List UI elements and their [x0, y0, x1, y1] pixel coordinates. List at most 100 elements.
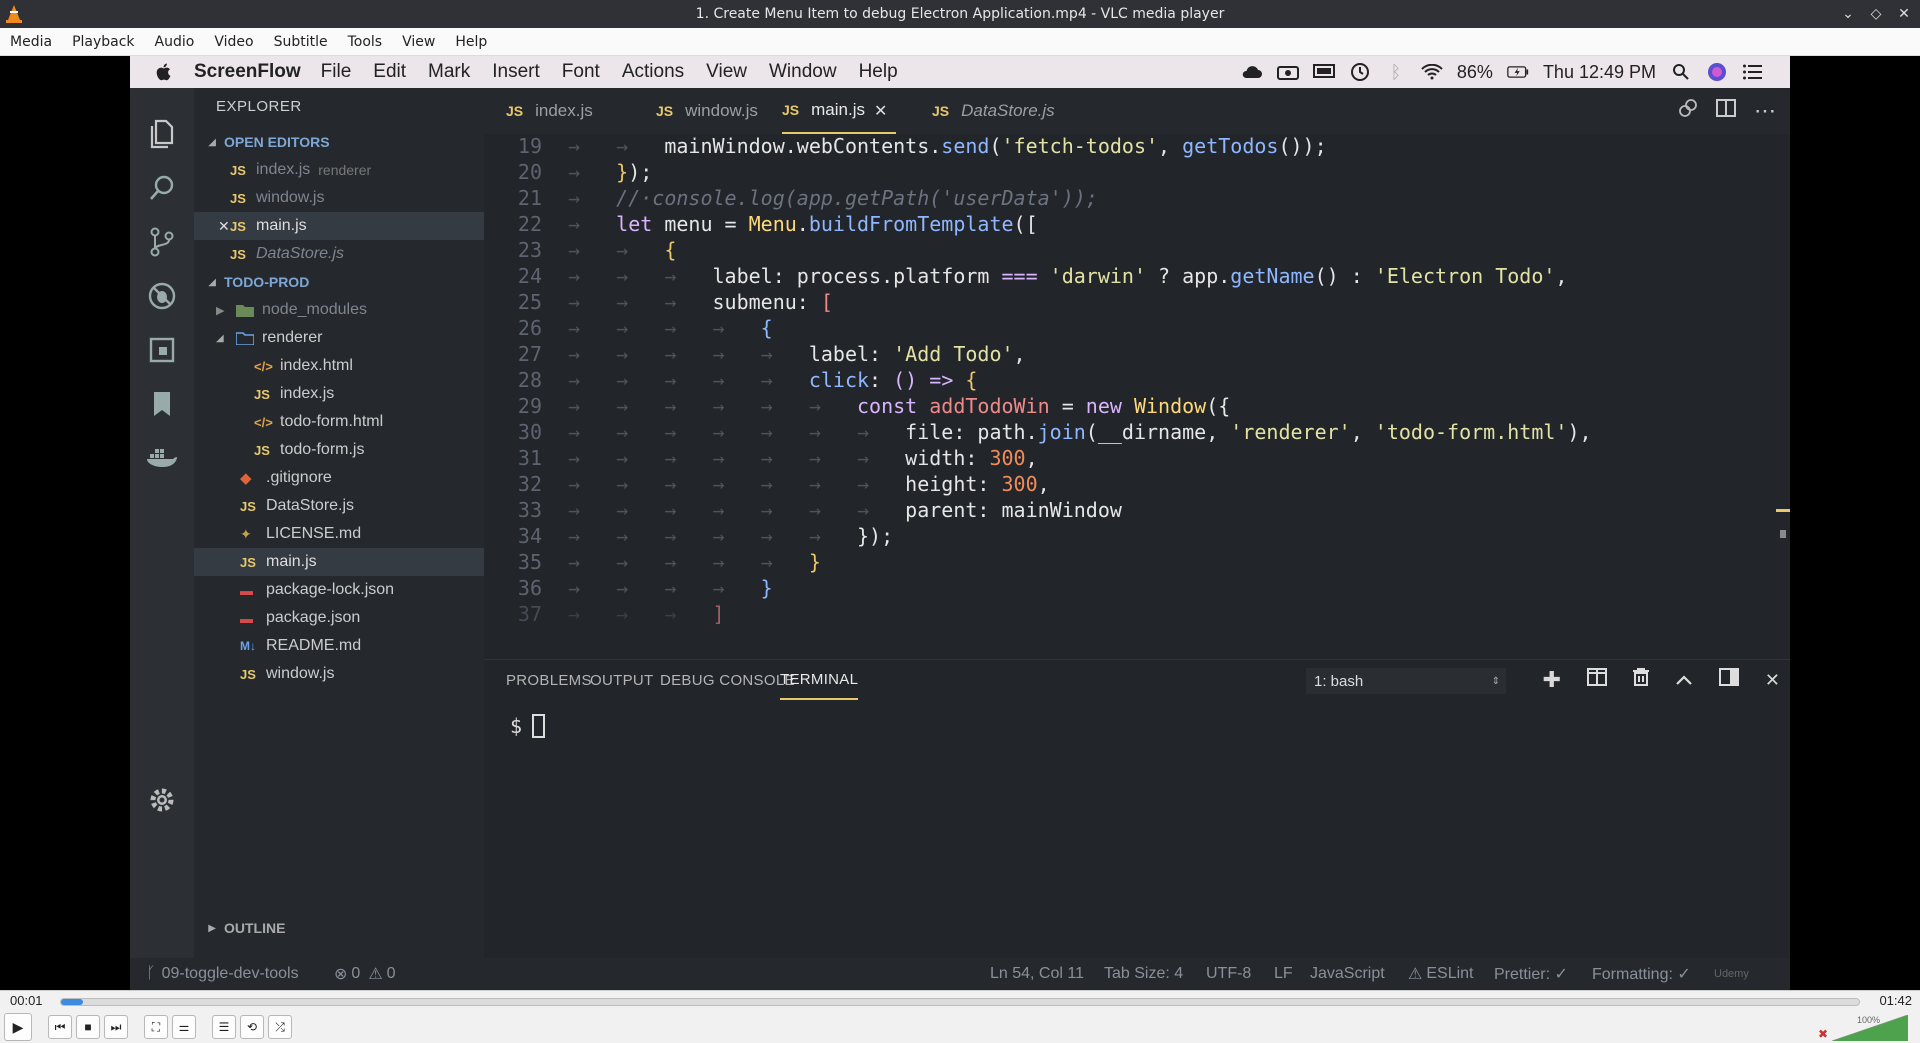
language-mode[interactable]: JavaScript	[1310, 958, 1385, 990]
next-button[interactable]: ⏭	[104, 1015, 128, 1039]
js-file-icon: JS	[230, 218, 246, 234]
folder-icon	[236, 303, 262, 317]
outline-header[interactable]: ▶ OUTLINE	[194, 914, 484, 942]
maximize-icon[interactable]: ◇	[1868, 6, 1884, 22]
tree-file-selected[interactable]: JS main.js	[194, 548, 484, 576]
tab-debug-console[interactable]: DEBUG CONSOLE	[660, 660, 795, 700]
trash-icon[interactable]	[1632, 668, 1649, 692]
open-editor-item[interactable]: ✕ JS main.js	[194, 212, 484, 240]
code-editor[interactable]: 19 → → mainWindow.webContents.send('fetch…	[484, 134, 1790, 659]
new-terminal-icon[interactable]: ✚	[1542, 667, 1560, 693]
mute-icon[interactable]: ✖	[1818, 1027, 1828, 1041]
close-editor-icon[interactable]: ✕	[218, 218, 230, 235]
code-line: 37 → → → ]	[517, 602, 725, 626]
open-editor-item[interactable]: JS index.js renderer	[194, 156, 484, 184]
tree-file[interactable]: JS window.js	[194, 660, 484, 688]
tree-file[interactable]: </> index.html	[194, 352, 484, 380]
split-editor-icon[interactable]	[1716, 99, 1736, 123]
tree-folder-node-modules[interactable]: ▶ node_modules	[194, 296, 484, 324]
playlist-button[interactable]: ☰	[212, 1015, 236, 1039]
tree-file[interactable]: </> todo-form.html	[194, 408, 484, 436]
time-elapsed: 00:01	[10, 993, 43, 1008]
panel-position-icon[interactable]	[1718, 668, 1739, 692]
end-of-line[interactable]: LF	[1274, 958, 1293, 990]
random-button[interactable]: ⤮	[268, 1015, 292, 1039]
extended-settings-button[interactable]: ⚌	[172, 1015, 196, 1039]
problems-count[interactable]: ⊗ 0 ⚠ 0	[334, 958, 396, 990]
markdown-icon: M↓	[240, 639, 256, 653]
git-branch[interactable]: ᚴ 09-toggle-dev-tools	[146, 958, 299, 990]
eslint-status[interactable]: ⚠ ESLint	[1408, 958, 1473, 990]
source-control-icon[interactable]	[146, 226, 178, 258]
more-actions-icon[interactable]: ⋯	[1754, 98, 1776, 124]
formatting-status[interactable]: Formatting: ✓	[1592, 958, 1691, 990]
warning-icon: ⚠	[368, 966, 383, 983]
vlc-menu-playback[interactable]: Playback	[62, 34, 144, 50]
mac-menu-help: Help	[858, 61, 898, 82]
minimize-icon[interactable]: ⌄	[1840, 6, 1856, 22]
stop-button[interactable]: ■	[76, 1015, 100, 1039]
tree-folder-renderer[interactable]: ◢ renderer	[194, 324, 484, 352]
tree-file[interactable]: JS DataStore.js	[194, 492, 484, 520]
tab-problems[interactable]: PROBLEMS	[506, 660, 592, 700]
fullscreen-button[interactable]: ⛶	[144, 1015, 168, 1039]
vlc-menu-tools[interactable]: Tools	[338, 34, 393, 50]
video-area[interactable]: ScreenFlow File Edit Mark Insert Font Ac…	[0, 56, 1920, 990]
bookmark-icon[interactable]	[146, 388, 178, 420]
debug-icon[interactable]	[146, 280, 178, 312]
maximize-panel-icon[interactable]	[1675, 669, 1693, 692]
split-terminal-icon[interactable]	[1586, 668, 1607, 692]
tree-file[interactable]: M↓ README.md	[194, 632, 484, 660]
vlc-menu-help[interactable]: Help	[445, 34, 497, 50]
seek-bar[interactable]	[60, 998, 1860, 1006]
udemy-watermark: Udemy	[1714, 968, 1749, 980]
mac-menu-file: File	[320, 61, 352, 82]
loop-button[interactable]: ⟲	[240, 1015, 264, 1039]
git-icon: ◆	[240, 470, 252, 487]
tab-output[interactable]: OUTPUT	[590, 660, 653, 700]
tree-file[interactable]: ▬ package-lock.json	[194, 576, 484, 604]
tab-terminal[interactable]: TERMINAL	[780, 660, 859, 700]
tree-file[interactable]: ◆ .gitignore	[194, 464, 484, 492]
project-header[interactable]: ◢ TODO-PROD	[194, 268, 484, 296]
settings-gear-icon[interactable]	[146, 784, 178, 816]
search-icon[interactable]	[146, 172, 178, 204]
close-icon[interactable]: ✕	[1896, 6, 1912, 22]
prettier-status[interactable]: Prettier: ✓	[1494, 958, 1568, 990]
terminal-output[interactable]: $	[510, 714, 546, 738]
time-machine-icon	[1349, 63, 1371, 81]
volume-slider[interactable]	[1832, 1015, 1908, 1041]
cursor-position[interactable]: Ln 54, Col 11	[990, 958, 1084, 990]
open-editor-item[interactable]: JS window.js	[194, 184, 484, 212]
git-branch-icon: ᚴ	[146, 965, 156, 982]
open-editor-item[interactable]: JS DataStore.js	[194, 240, 484, 268]
play-button[interactable]: ▶	[4, 1013, 32, 1041]
encoding[interactable]: UTF-8	[1206, 958, 1251, 990]
js-file-icon: JS	[254, 442, 270, 458]
tab-close-icon[interactable]: ✕	[874, 88, 887, 134]
vlc-menu-subtitle[interactable]: Subtitle	[264, 34, 338, 50]
tab-index-js[interactable]: JS index.js	[506, 88, 593, 134]
tab-window-js[interactable]: JS window.js	[656, 88, 758, 134]
open-changes-icon[interactable]	[1678, 98, 1698, 124]
open-editors-header[interactable]: ◢ OPEN EDITORS	[194, 128, 484, 156]
tree-file[interactable]: JS index.js	[194, 380, 484, 408]
extensions-icon[interactable]	[146, 334, 178, 366]
tab-datastore-js[interactable]: JS DataStore.js	[932, 88, 1055, 134]
tree-file[interactable]: JS todo-form.js	[194, 436, 484, 464]
terminal-select[interactable]: 1: bash ⇕	[1306, 668, 1506, 694]
vlc-menu-video[interactable]: Video	[204, 34, 263, 50]
tab-size[interactable]: Tab Size: 4	[1104, 958, 1183, 990]
vlc-cone-icon	[6, 5, 22, 23]
vlc-menu-audio[interactable]: Audio	[145, 34, 205, 50]
close-panel-icon[interactable]: ✕	[1765, 670, 1780, 691]
tree-file[interactable]: ▬ package.json	[194, 604, 484, 632]
scrollbar-thumb[interactable]	[1780, 530, 1786, 538]
vlc-menu-view[interactable]: View	[392, 34, 445, 50]
vlc-menu-media[interactable]: Media	[0, 34, 62, 50]
files-icon[interactable]	[146, 118, 178, 150]
previous-button[interactable]: ⏮	[48, 1015, 72, 1039]
docker-icon[interactable]	[146, 442, 178, 474]
chevron-down-icon: ◢	[208, 276, 216, 288]
tree-file[interactable]: ✦ LICENSE.md	[194, 520, 484, 548]
